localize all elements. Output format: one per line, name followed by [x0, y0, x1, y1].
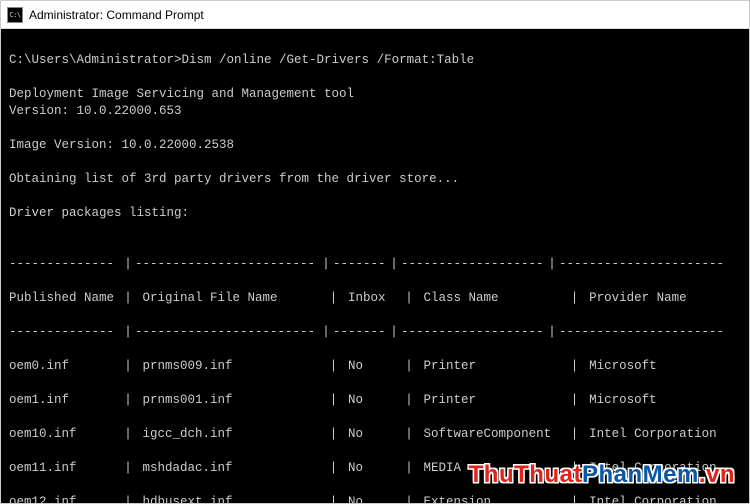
out-line-3: Image Version: 10.0.22000.2538 — [9, 138, 234, 152]
title-bar[interactable]: C:\ Administrator: Command Prompt — [1, 1, 749, 29]
cell-original: prnms009.inf — [143, 358, 327, 375]
table-border-top: --------------|------------------------|… — [9, 256, 741, 273]
cell-class: Extension — [424, 494, 568, 503]
out-line-2: Version: 10.0.22000.653 — [9, 104, 182, 118]
prompt-line: C:\Users\Administrator>Dism /online /Get… — [9, 53, 474, 67]
cell-provider: Intel Corporation — [589, 426, 749, 443]
cell-published: oem1.inf — [9, 392, 121, 409]
table-header-row: Published Name| Original File Name| Inbo… — [9, 290, 741, 307]
cell-inbox: No — [348, 426, 402, 443]
cmd-icon: C:\ — [7, 7, 23, 23]
table-border-mid: --------------|------------------------|… — [9, 324, 741, 341]
out-line-1: Deployment Image Servicing and Managemen… — [9, 87, 354, 101]
table-row: oem11.inf| mshdadac.inf| No| MEDIA| Inte… — [9, 460, 741, 477]
cell-original: mshdadac.inf — [143, 460, 327, 477]
col-published: Published Name — [9, 290, 121, 307]
terminal-output[interactable]: C:\Users\Administrator>Dism /online /Get… — [1, 29, 749, 503]
command-text: Dism /online /Get-Drivers /Format:Table — [182, 53, 475, 67]
prompt-path: C:\Users\Administrator> — [9, 53, 182, 67]
col-inbox: Inbox — [348, 290, 402, 307]
col-provider: Provider Name — [589, 290, 749, 307]
cell-provider: Microsoft — [589, 392, 749, 409]
col-original: Original File Name — [143, 290, 327, 307]
window-title: Administrator: Command Prompt — [29, 8, 204, 22]
cell-class: MEDIA — [424, 460, 568, 477]
cell-inbox: No — [348, 460, 402, 477]
cell-inbox: No — [348, 494, 402, 503]
cell-provider: Intel Corporation — [589, 494, 749, 503]
cell-provider: Intel Corporation — [589, 460, 749, 477]
cell-inbox: No — [348, 392, 402, 409]
cell-published: oem0.inf — [9, 358, 121, 375]
table-row: oem12.inf| hdbusext.inf| No| Extension| … — [9, 494, 741, 503]
cell-original: hdbusext.inf — [143, 494, 327, 503]
table-row: oem10.inf| igcc_dch.inf| No| SoftwareCom… — [9, 426, 741, 443]
table-row: oem0.inf| prnms009.inf| No| Printer| Mic… — [9, 358, 741, 375]
cell-published: oem11.inf — [9, 460, 121, 477]
cell-class: Printer — [424, 392, 568, 409]
cell-original: prnms001.inf — [143, 392, 327, 409]
table-row: oem1.inf| prnms001.inf| No| Printer| Mic… — [9, 392, 741, 409]
cell-inbox: No — [348, 358, 402, 375]
cell-original: igcc_dch.inf — [143, 426, 327, 443]
cell-provider: Microsoft — [589, 358, 749, 375]
out-line-5: Driver packages listing: — [9, 206, 189, 220]
out-line-4: Obtaining list of 3rd party drivers from… — [9, 172, 459, 186]
cell-class: SoftwareComponent — [424, 426, 568, 443]
col-class: Class Name — [424, 290, 568, 307]
cell-published: oem12.inf — [9, 494, 121, 503]
cell-published: oem10.inf — [9, 426, 121, 443]
cell-class: Printer — [424, 358, 568, 375]
